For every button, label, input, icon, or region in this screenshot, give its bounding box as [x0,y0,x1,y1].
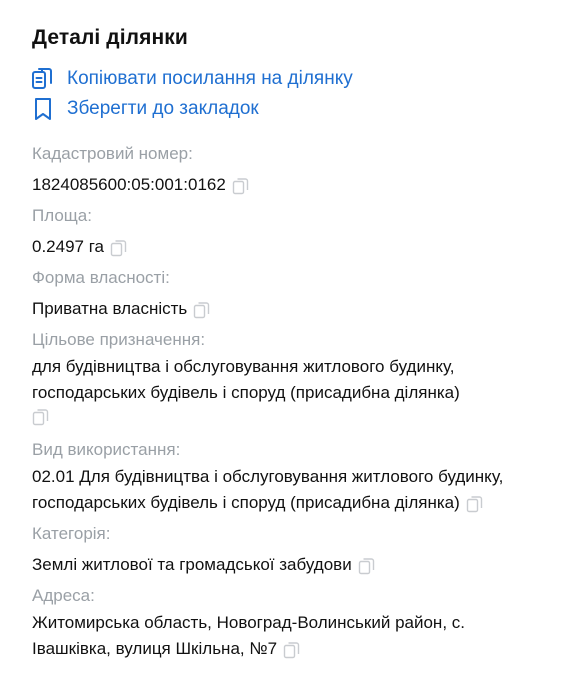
address-value: Житомирська область, Новоград-Волинський… [32,613,465,658]
category-label: Категорія: [32,524,111,543]
purpose-value: для будівництва і обслуговування житлово… [32,357,460,402]
category-value: Землі житлової та громадської забудови [32,555,352,574]
copy-icon[interactable] [110,239,128,257]
area-field: Площа: 0.2497 га [32,204,530,260]
plot-details-panel: Деталі ділянки Копіювати посилання на ді… [0,0,562,700]
page-title: Деталі ділянки [32,26,188,49]
usage-label: Вид використання: [32,440,181,459]
copy-icon[interactable] [32,408,530,432]
address-field: Адреса: Житомирська область, Новоград-Во… [32,584,530,662]
actions-list: Копіювати посилання на ділянку Зберегти … [32,64,530,124]
copy-icon[interactable] [193,301,211,319]
ownership-label: Форма власності: [32,268,170,287]
category-value-row: Землі житлової та громадської забудови [32,552,530,578]
copy-icon[interactable] [466,495,484,513]
ownership-value-row: Приватна власність [32,296,530,322]
usage-value: 02.01 Для будівництва і обслуговування ж… [32,467,504,512]
ownership-field: Форма власності: Приватна власність [32,266,530,322]
bookmark-label: Зберегти до закладок [67,98,259,119]
cadastral-value: 1824085600:05:001:0162 [32,175,226,194]
cadastral-label: Кадастровий номер: [32,144,193,163]
area-label: Площа: [32,206,92,225]
area-value: 0.2497 га [32,237,105,256]
purpose-label: Цільове призначення: [32,330,206,349]
area-value-row: 0.2497 га [32,234,530,260]
copy-icon[interactable] [358,557,376,575]
copy-link-label: Копіювати посилання на ділянку [67,68,353,89]
usage-value-row: 02.01 Для будівництва і обслуговування ж… [32,464,530,516]
ownership-value: Приватна власність [32,299,188,318]
cadastral-value-row: 1824085600:05:001:0162 [32,172,530,198]
clipboard-copy-icon [30,66,56,92]
bookmark-button[interactable]: Зберегти до закладок [30,94,530,124]
copy-link-button[interactable]: Копіювати посилання на ділянку [30,64,530,94]
copy-icon[interactable] [283,641,301,659]
copy-icon[interactable] [232,177,250,195]
category-field: Категорія: Землі житлової та громадської… [32,522,530,578]
purpose-field: Цільове призначення: для будівництва і о… [32,328,530,432]
bookmark-icon [30,96,56,122]
address-label: Адреса: [32,586,95,605]
usage-field: Вид використання: 02.01 Для будівництва … [32,438,530,516]
cadastral-field: Кадастровий номер: 1824085600:05:001:016… [32,142,530,198]
address-value-row: Житомирська область, Новоград-Волинський… [32,610,530,662]
